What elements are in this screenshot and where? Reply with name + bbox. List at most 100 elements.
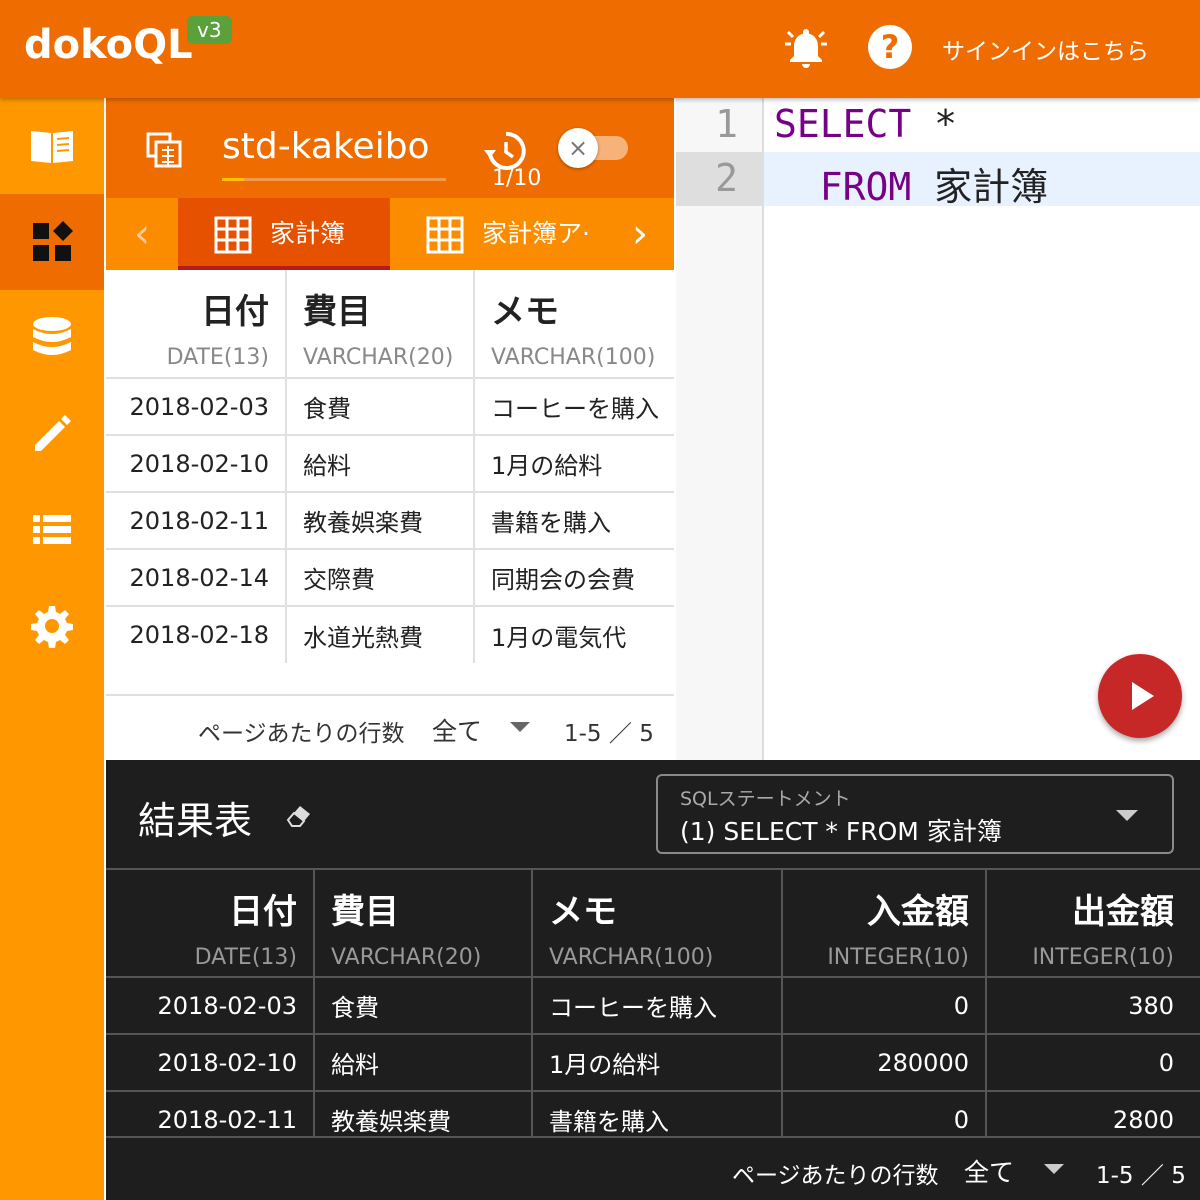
caret-down-icon[interactable]: [1116, 810, 1138, 821]
db-panel-header: std-kakeibo 1/10 ×: [106, 98, 674, 198]
cell: 1月の給料: [474, 435, 674, 493]
statement-select[interactable]: SQLステートメント (1) SELECT * FROM 家計簿: [656, 774, 1174, 854]
sidebar: [0, 98, 104, 1200]
cell: 水道光熱費: [286, 606, 475, 663]
column-header[interactable]: メモ VARCHAR(100): [474, 270, 674, 379]
rows-per-page-select[interactable]: 全て: [964, 1153, 1014, 1189]
sidebar-item-database[interactable]: [0, 290, 104, 386]
caret-down-icon[interactable]: [1044, 1164, 1064, 1174]
column-header[interactable]: 入金額 INTEGER(10): [782, 868, 987, 978]
results-pagination: ページあたりの行数 全て 1-5 ／ 5: [106, 1136, 1200, 1200]
column-header[interactable]: 日付 DATE(13): [106, 868, 315, 978]
column-header[interactable]: メモ VARCHAR(100): [532, 868, 783, 978]
signin-link[interactable]: サインインはこちら: [942, 32, 1149, 66]
column-header[interactable]: 日付 DATE(13): [106, 270, 287, 379]
cell: 0: [986, 1034, 1200, 1092]
db-name-indicator: [222, 178, 244, 181]
column-name: 費目: [303, 292, 371, 332]
column-type: VARCHAR(100): [491, 345, 656, 370]
page-range: 1-5 ／ 5: [1096, 1163, 1186, 1189]
statement-value: (1) SELECT * FROM 家計簿: [680, 817, 1002, 846]
column-header[interactable]: 出金額 INTEGER(10): [986, 868, 1200, 978]
tab-label: 家計簿: [270, 219, 346, 248]
cell: 0: [782, 977, 987, 1035]
cell: 教養娯楽費: [286, 492, 475, 550]
tab-kakeibo-archive[interactable]: 家計簿ア·: [426, 198, 606, 270]
cell: 書籍を購入: [532, 1091, 783, 1136]
table-row[interactable]: 2018-02-03 食費 コーヒーを購入 0 380: [106, 977, 1200, 1035]
table-row[interactable]: 2018-02-10 給料 1月の給料: [106, 435, 674, 493]
sidebar-item-edit[interactable]: [0, 386, 104, 482]
sql-editor[interactable]: 1 2 SELECT * FROM 家計簿: [676, 98, 1200, 760]
sidebar-item-list[interactable]: [0, 482, 104, 578]
cell: 給料: [314, 1034, 533, 1092]
history-count: 1/10: [492, 166, 542, 191]
sidebar-item-widgets[interactable]: [0, 194, 104, 290]
db-name[interactable]: std-kakeibo: [222, 126, 430, 167]
cell: 2018-02-10: [106, 435, 287, 493]
table-tabs: ‹ 家計簿 家計簿ア· ›: [106, 198, 674, 270]
results-title: 結果表: [138, 799, 253, 843]
sidebar-item-book[interactable]: [0, 98, 104, 194]
caret-down-icon[interactable]: [510, 722, 530, 732]
close-icon[interactable]: ×: [558, 128, 598, 168]
help-icon[interactable]: ?: [868, 25, 912, 69]
sidebar-item-settings[interactable]: [0, 578, 104, 674]
results-panel: 結果表 SQLステートメント (1) SELECT * FROM 家計簿 日付 D…: [106, 760, 1200, 1200]
table-preview: 日付 DATE(13) 費目 VARCHAR(20) メモ VARCHAR(100) …: [106, 270, 674, 760]
table-grid-icon: [426, 216, 464, 254]
column-header[interactable]: 費目 VARCHAR(20): [286, 270, 475, 379]
column-type: DATE(13): [194, 945, 297, 970]
column-name: 費目: [331, 892, 399, 932]
table-row[interactable]: 2018-02-18 水道光熱費 1月の電気代: [106, 606, 674, 663]
results-table-container: 日付 DATE(13) 費目 VARCHAR(20) メモ VARCHAR(100) …: [106, 868, 1200, 1136]
cell: 280000: [782, 1034, 987, 1092]
table-row[interactable]: 2018-02-11 教養娯楽費 書籍を購入: [106, 492, 674, 550]
table-pagination: ページあたりの行数 全て 1-5 ／ 5: [106, 694, 674, 760]
rows-per-page-label: ページあたりの行数: [198, 721, 405, 747]
column-name: メモ: [549, 892, 617, 932]
results-table: 日付 DATE(13) 費目 VARCHAR(20) メモ VARCHAR(100) …: [106, 868, 1200, 1136]
table-row[interactable]: 2018-02-11 教養娯楽費 書籍を購入 0 2800: [106, 1091, 1200, 1136]
table-row[interactable]: 2018-02-03 食費 コーヒーを購入: [106, 378, 674, 436]
run-query-button[interactable]: [1098, 654, 1182, 738]
cell: 同期会の会費: [474, 549, 674, 607]
cell: 2018-02-14: [106, 549, 287, 607]
column-type: INTEGER(10): [1032, 945, 1174, 970]
line-number: 1: [715, 102, 738, 146]
chevron-left-icon[interactable]: ‹: [106, 198, 178, 270]
database-icon: [33, 317, 71, 355]
code-line[interactable]: SELECT *: [774, 102, 957, 146]
cell: 食費: [314, 977, 533, 1035]
cell: 2018-02-18: [106, 606, 287, 663]
bell-icon[interactable]: [782, 24, 830, 72]
preview-table: 日付 DATE(13) 費目 VARCHAR(20) メモ VARCHAR(100) …: [106, 270, 674, 663]
tab-kakeibo[interactable]: 家計簿: [178, 198, 390, 270]
table-grid-icon: [214, 216, 252, 254]
rows-per-page-select[interactable]: 全て: [432, 712, 482, 748]
cell: 2800: [986, 1091, 1200, 1136]
cell: 1月の給料: [532, 1034, 783, 1092]
column-name: 入金額: [867, 892, 969, 932]
column-type: VARCHAR(20): [331, 945, 482, 970]
cell: 2018-02-11: [106, 1091, 315, 1136]
cell: 書籍を購入: [474, 492, 674, 550]
code-line[interactable]: FROM 家計簿: [774, 156, 1048, 211]
sql-text: *: [911, 102, 958, 146]
table-row[interactable]: 2018-02-14 交際費 同期会の会費: [106, 549, 674, 607]
cell: 2018-02-03: [106, 977, 315, 1035]
cell: 食費: [286, 378, 475, 436]
database-table-icon[interactable]: [146, 132, 182, 168]
chevron-right-icon[interactable]: ›: [604, 198, 674, 270]
column-header[interactable]: 費目 VARCHAR(20): [314, 868, 533, 978]
app-logo[interactable]: dokoQL: [24, 22, 193, 68]
version-badge: v3: [187, 16, 232, 44]
cell: 1月の電気代: [491, 623, 627, 652]
table-row[interactable]: 2018-02-10 給料 1月の給料 280000 0: [106, 1034, 1200, 1092]
book-icon: [31, 131, 73, 163]
cell: 2018-02-11: [106, 492, 287, 550]
list-icon: [33, 515, 71, 544]
column-type: VARCHAR(20): [303, 345, 454, 370]
eraser-icon[interactable]: [284, 800, 314, 830]
rows-per-page-label: ページあたりの行数: [732, 1163, 939, 1189]
